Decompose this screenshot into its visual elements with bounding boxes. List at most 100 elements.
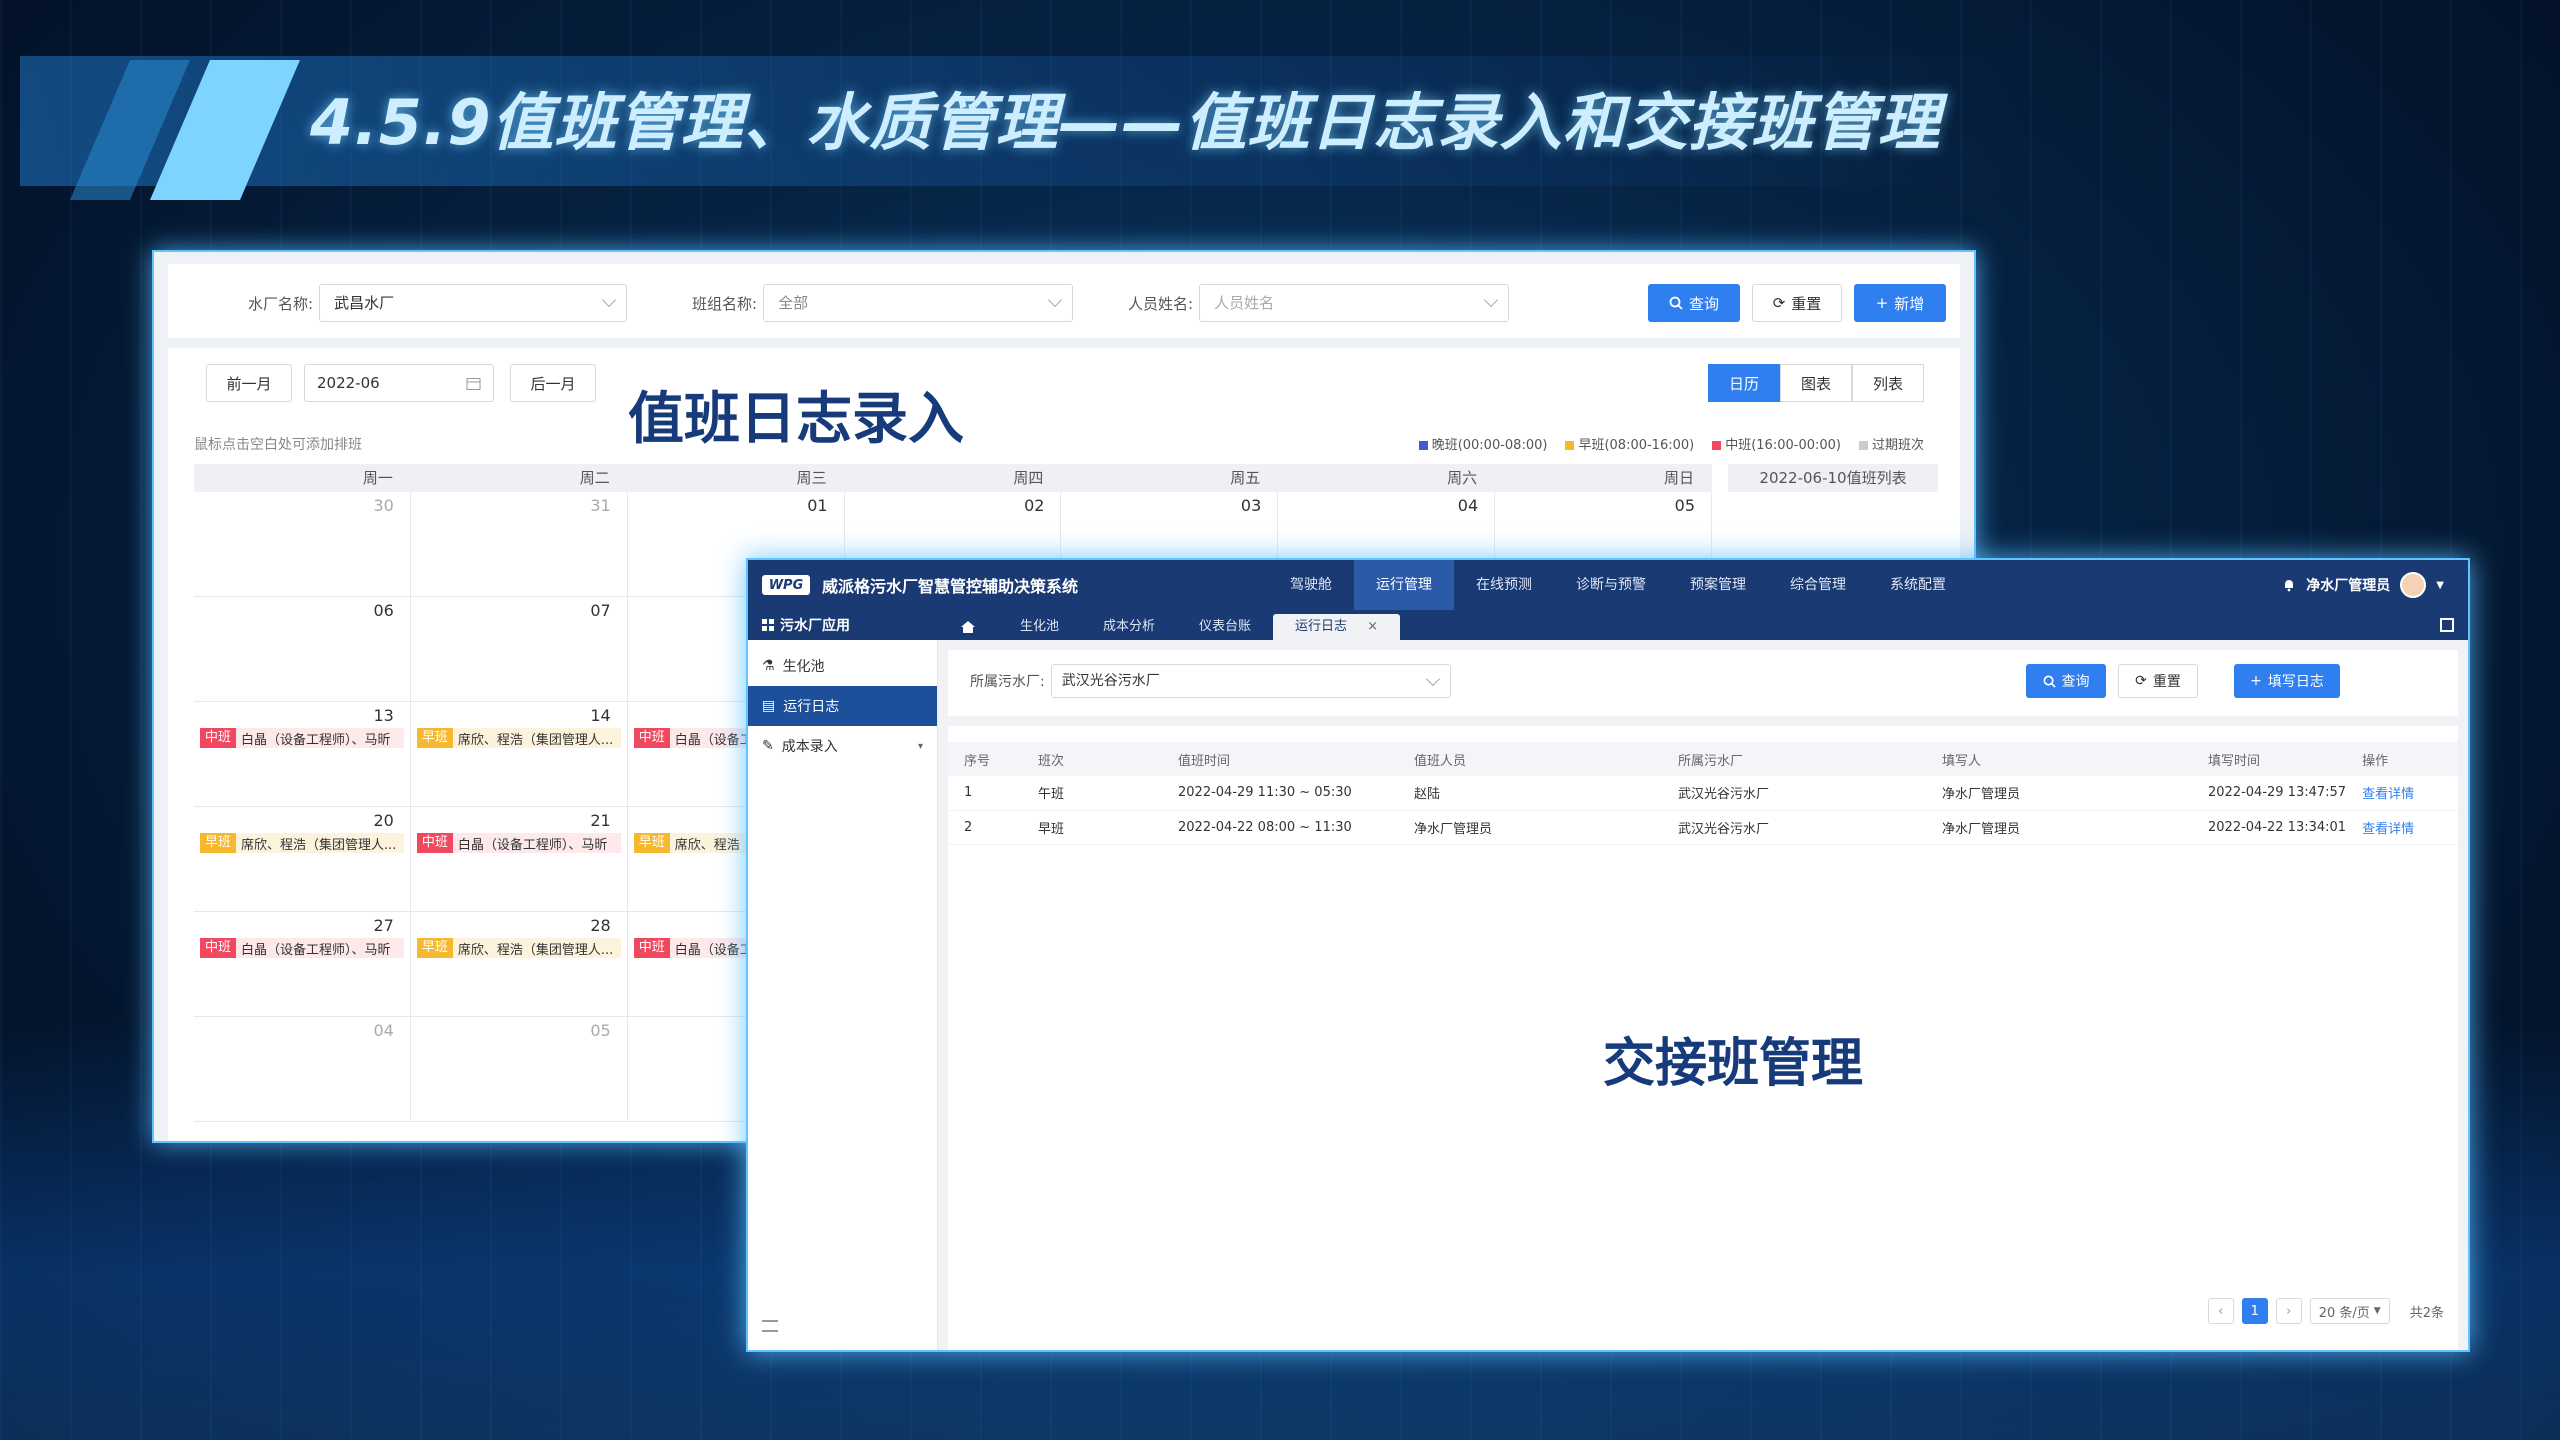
prev-month-label: 前一月 (226, 374, 272, 393)
next-month-button[interactable]: 后一月 (510, 364, 596, 402)
user-name: 净水厂管理员 (2306, 578, 2391, 594)
shift-entry[interactable]: 中班白晶（设备工程师）、马昕 (200, 728, 404, 748)
chevron-down-icon: ▼ (2436, 579, 2444, 591)
tab-cost-analysis[interactable]: 成本分析 (1081, 614, 1177, 640)
plant-select-value: 武汉光谷污水厂 (1061, 673, 1160, 689)
sidebar-item-biochemical-pool[interactable]: ⚗ 生化池 (748, 646, 937, 686)
add-button[interactable]: + 新增 (1854, 284, 1946, 322)
reset-button[interactable]: ⟳ 重置 (1752, 284, 1842, 322)
calendar-day-cell[interactable]: 21 中班 白晶（设备工程师）、马昕 (410, 807, 628, 912)
sidebar-item-cost-entry[interactable]: ✎ 成本录入 ▾ (748, 726, 937, 766)
tab-instrument-ledger[interactable]: 仪表台账 (1177, 614, 1273, 640)
plant-select[interactable]: 武汉光谷污水厂 (1050, 664, 1451, 698)
shift-entry[interactable]: 中班白晶（设备工程师）、马昕 (416, 833, 621, 853)
calendar-day-cell[interactable]: 27 中班 白晶（设备工程师）、马昕 (194, 912, 411, 1017)
person-select[interactable]: 人员姓名 (1199, 284, 1510, 322)
nav-settings[interactable]: 系统配置 (1868, 560, 1968, 610)
shift-tag: 早班 (416, 938, 453, 958)
shift-entry[interactable]: 中班白晶（设备工程师）、马昕 (200, 938, 404, 958)
col-shift: 班次 (1022, 742, 1162, 776)
day-number: 05 (590, 1021, 611, 1040)
page-number[interactable]: 1 (2241, 1298, 2268, 1324)
person-filter: 人员姓名: 人员姓名 (1128, 284, 1510, 322)
day-duty-list-header: 2022-06-10值班列表 (1728, 464, 1938, 492)
main-nav: 驾驶舱 运行管理 在线预测 诊断与预警 预案管理 综合管理 系统配置 (1268, 560, 1968, 610)
plant-filter: 水厂名称: 武昌水厂 (248, 284, 628, 322)
refresh-icon: ⟳ (1772, 294, 1786, 312)
nav-plan[interactable]: 预案管理 (1668, 560, 1768, 610)
weekday-thu: 周四 (1013, 469, 1044, 487)
nav-diagnosis[interactable]: 诊断与预警 (1554, 560, 1668, 610)
tab-chart[interactable]: 图表 (1780, 364, 1852, 402)
plus-icon: + (1875, 294, 1889, 312)
shift-entry[interactable]: 早班席欣、程浩（集团管理人... (200, 833, 404, 853)
menu-collapse-icon[interactable] (762, 1320, 778, 1332)
col-index: 序号 (948, 742, 1022, 776)
tab-calendar[interactable]: 日历 (1708, 364, 1780, 402)
write-log-button[interactable]: + 填写日志 (2234, 664, 2340, 698)
view-tabs: 日历 图表 列表 (1708, 364, 1924, 402)
day-number: 28 (590, 916, 611, 935)
add-button-label: 新增 (1894, 294, 1925, 313)
user-menu[interactable]: 净水厂管理员 ▼ (2282, 560, 2444, 610)
sidebar: ⚗ 生化池 ▤ 运行日志 ✎ 成本录入 ▾ (748, 640, 938, 1350)
reset-button[interactable]: ⟳ 重置 (2118, 664, 2198, 698)
prev-month-button[interactable]: 前一月 (206, 364, 292, 402)
cell-writer: 净水厂管理员 (1926, 810, 2192, 845)
prev-page-button[interactable]: ‹ (2207, 1298, 2234, 1324)
month-picker[interactable]: 2022-06 (304, 364, 494, 402)
calendar-day-cell[interactable]: 28 早班 席欣、程浩（集团管理人... (410, 912, 628, 1017)
calendar-day-cell[interactable]: 14 早班 席欣、程浩（集团管理人... (410, 702, 628, 807)
pagination: ‹ 1 › 20 条/页 ▼ 共2条 (2207, 1298, 2444, 1324)
next-page-button[interactable]: › (2275, 1298, 2302, 1324)
plant-select-value: 武昌水厂 (334, 294, 395, 312)
shift-tag: 中班 (200, 728, 237, 748)
home-tab[interactable] (938, 614, 998, 640)
next-month-label: 后一月 (530, 374, 576, 393)
tab-biochemical-pool[interactable]: 生化池 (998, 614, 1081, 640)
calendar-day-cell[interactable]: 31 (410, 492, 628, 597)
query-button[interactable]: 查询 (2026, 664, 2106, 698)
page-size-select[interactable]: 20 条/页 ▼ (2309, 1298, 2390, 1324)
shift-entry[interactable]: 早班席欣、程浩（集团管理人... (416, 938, 621, 958)
calendar-day-cell[interactable]: 13 中班 白晶（设备工程师）、马昕 (194, 702, 411, 807)
nav-operation[interactable]: 运行管理 (1354, 560, 1454, 610)
nav-general[interactable]: 综合管理 (1768, 560, 1868, 610)
shift-staff: 白晶（设备工程师）、马昕 (241, 942, 391, 958)
view-details-link[interactable]: 查看详情 (2346, 810, 2458, 845)
refresh-icon: ⟳ (2135, 673, 2147, 689)
nav-cockpit[interactable]: 驾驶舱 (1268, 560, 1354, 610)
col-write-time: 填写时间 (2192, 742, 2347, 776)
calendar-day-cell[interactable]: 20 早班 席欣、程浩（集团管理人... (194, 807, 411, 912)
shift-staff: 席欣、程浩（集团管理人... (457, 732, 614, 748)
sidebar-item-operation-log[interactable]: ▤ 运行日志 (748, 686, 937, 726)
bell-icon[interactable] (2282, 578, 2296, 592)
calendar-icon (466, 377, 481, 390)
legend-dot (1418, 441, 1428, 450)
calendar-day-cell[interactable]: 06 (194, 597, 411, 702)
log-icon: ▤ (762, 698, 776, 714)
cell-plant: 武汉光谷污水厂 (1662, 810, 1926, 845)
shift-entry[interactable]: 早班席欣、程浩（集团管理人... (416, 728, 621, 748)
shift-tag: 早班 (200, 833, 237, 853)
calendar-day-cell[interactable]: 05 (410, 1017, 628, 1122)
table-row: 2 早班 2022-04-22 08:00 ~ 11:30 净水厂管理员 武汉光… (948, 810, 2458, 845)
team-select[interactable]: 全部 (763, 284, 1074, 322)
nav-prediction[interactable]: 在线预测 (1454, 560, 1554, 610)
day-number: 04 (1457, 496, 1479, 515)
view-details-link[interactable]: 查看详情 (2346, 776, 2458, 811)
cell-writer: 净水厂管理员 (1926, 776, 2192, 811)
calendar-day-cell[interactable]: 07 (410, 597, 628, 702)
calendar-day-cell[interactable]: 30 (194, 492, 411, 597)
query-button[interactable]: 查询 (1648, 284, 1740, 322)
duty-log-entry-label: 值班日志录入 (628, 387, 964, 452)
tab-operation-log[interactable]: 运行日志 × (1273, 614, 1400, 640)
avatar[interactable] (2400, 572, 2427, 598)
plant-select[interactable]: 武昌水厂 (319, 284, 628, 322)
tab-list[interactable]: 列表 (1852, 364, 1924, 402)
fullscreen-icon[interactable] (2440, 618, 2454, 632)
calendar-day-cell[interactable]: 04 (194, 1017, 411, 1122)
close-icon[interactable]: × (1367, 614, 1378, 640)
day-number: 01 (807, 496, 828, 515)
chevron-down-icon: ▼ (2373, 1306, 2381, 1316)
